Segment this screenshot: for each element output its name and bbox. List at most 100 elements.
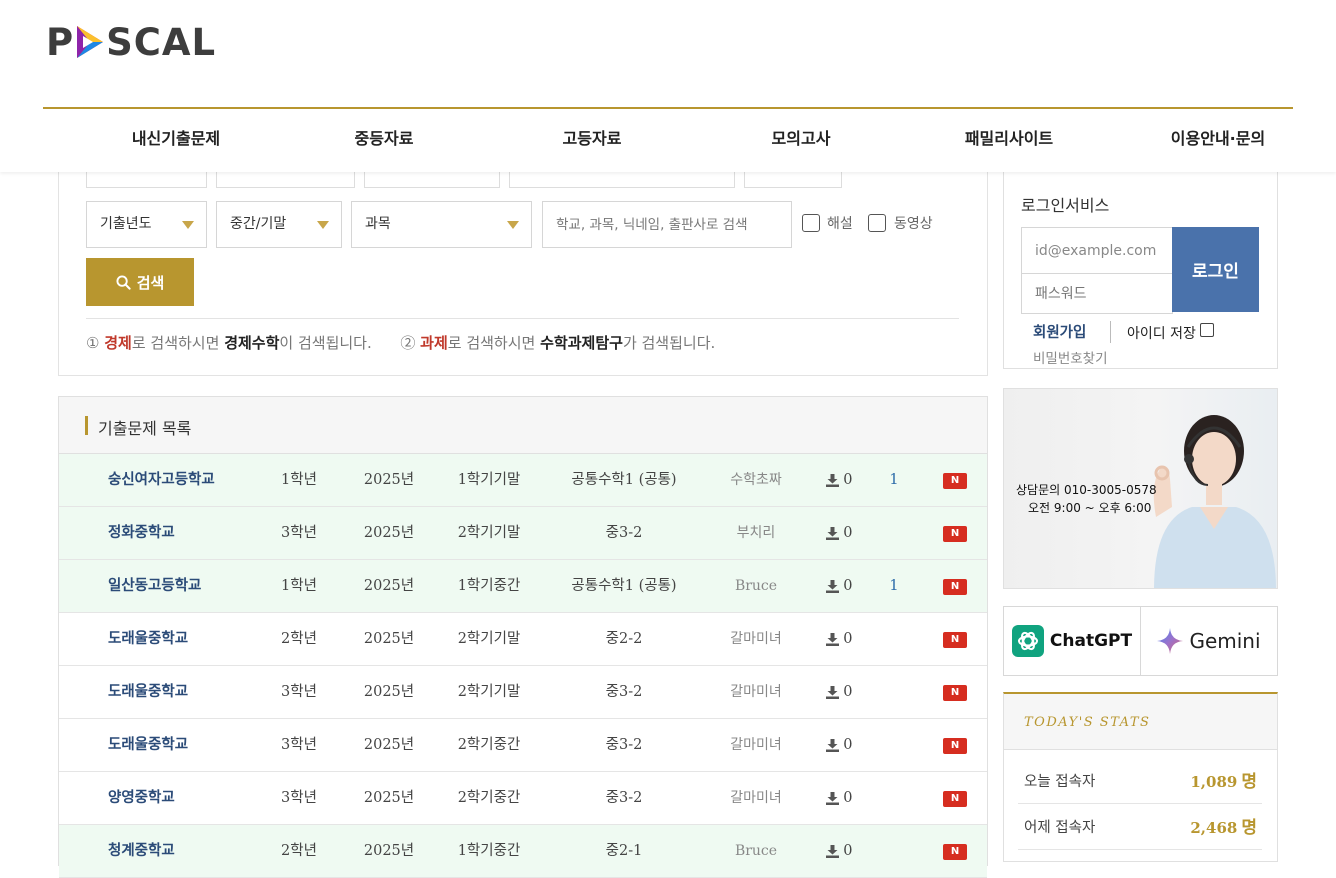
uploader: 갈마미녀 xyxy=(730,790,782,806)
download-number: 0 xyxy=(843,472,853,488)
download-icon xyxy=(825,526,839,540)
chatgpt-label: ChatGPT xyxy=(1049,631,1133,651)
nav-item-school-exams[interactable]: 내신기출문제 xyxy=(101,109,251,169)
search-input[interactable] xyxy=(542,201,792,248)
school-name[interactable]: 도래울중학교 xyxy=(108,719,188,771)
remember-id-checkbox[interactable] xyxy=(1200,323,1214,337)
site-header: P SCAL 내신기출문제 중등자료 고등자료 모의고사 패밀리사이트 이용안내… xyxy=(0,0,1336,172)
consultation-banner[interactable]: 상담문의 010-3005-0578 오전 9:00 ~ 오후 6:00 xyxy=(1003,388,1278,589)
hint-keyword: 과제 xyxy=(420,334,448,352)
school-name[interactable]: 숭신여자고등학교 xyxy=(108,454,215,506)
ai-links: ChatGPT Gemini xyxy=(1003,606,1278,676)
commentary-checkbox[interactable] xyxy=(802,214,820,232)
term-select[interactable]: 중간/기말 xyxy=(216,201,342,248)
hint-text: 가 검색됩니다. xyxy=(622,334,716,352)
password-input[interactable] xyxy=(1021,273,1173,314)
uploader: 부치리 xyxy=(736,525,776,541)
find-password-link[interactable]: 비밀번호찾기 xyxy=(1033,347,1108,367)
id-input[interactable] xyxy=(1021,227,1173,274)
download-number: 0 xyxy=(843,578,853,594)
banner-phone: 상담문의 010-3005-0578 xyxy=(1016,483,1157,497)
site-logo[interactable]: P SCAL xyxy=(46,20,216,64)
search-button[interactable]: 검색 xyxy=(86,258,194,306)
download-count: 0 xyxy=(819,772,859,824)
download-count: 0 xyxy=(819,507,859,559)
school-name[interactable]: 양영중학교 xyxy=(108,772,175,824)
search-hint: ① 경제로 검색하시면 경제수학이 검색됩니다. ② 과제로 검색하시면 수학과… xyxy=(86,332,715,353)
subject: 중2-2 xyxy=(605,631,643,647)
uploader: Bruce xyxy=(734,843,778,859)
banner-hours: 오전 9:00 ~ 오후 6:00 xyxy=(1028,501,1152,515)
stat-row-today: 오늘 접속자 1,089 명 xyxy=(1004,757,1277,803)
comment-count: 1 xyxy=(889,472,899,488)
gemini-link[interactable]: Gemini xyxy=(1141,607,1277,675)
school-name[interactable]: 청계중학교 xyxy=(108,825,175,877)
stat-label: 어제 접속자 xyxy=(1024,820,1096,836)
table-row[interactable]: 도래울중학교 3학년 2025년 2학기기말 중3-2 갈마미녀 0 N xyxy=(59,666,987,719)
table-row[interactable]: 청계중학교 2학년 2025년 1학기중간 중2-1 Bruce 0 N xyxy=(59,825,987,878)
nav-item-mock-exam[interactable]: 모의고사 xyxy=(726,109,876,169)
hint-text: 로 검색하시면 xyxy=(131,334,220,352)
download-icon xyxy=(825,685,839,699)
search-panel: 기출년도 중간/기말 과목 해설 동영상 검색 ① 경제로 검색하시면 경제수학… xyxy=(58,150,988,376)
subject-select-value: 과목 xyxy=(365,216,391,232)
table-row[interactable]: 숭신여자고등학교 1학년 2025년 1학기기말 공통수학1 (공통) 수학초짜 1 0 N xyxy=(59,454,987,507)
uploader: 갈마미녀 xyxy=(730,737,782,753)
nav-item-middle[interactable]: 중등자료 xyxy=(309,109,459,169)
download-count: 0 xyxy=(819,825,859,877)
video-checkbox[interactable] xyxy=(868,214,886,232)
year: 2025년 xyxy=(363,525,415,541)
chatgpt-link[interactable]: ChatGPT xyxy=(1004,607,1140,675)
comment-count xyxy=(879,613,909,665)
table-row[interactable]: 일산동고등학교 1학년 2025년 1학기중간 공통수학1 (공통) Bruce 1 0 N xyxy=(59,560,987,613)
new-badge: N xyxy=(943,844,967,860)
commentary-checkbox-label: 해설 xyxy=(827,216,853,232)
new-badge: N xyxy=(943,791,967,807)
download-count: 0 xyxy=(819,613,859,665)
hint-result: 경제수학 xyxy=(224,334,280,352)
table-row[interactable]: 양영중학교 3학년 2025년 2학기중간 중3-2 갈마미녀 0 N xyxy=(59,772,987,825)
term: 1학기기말 xyxy=(457,472,521,488)
nav-item-help[interactable]: 이용안내·문의 xyxy=(1143,109,1293,169)
school-name[interactable]: 도래울중학교 xyxy=(108,666,188,718)
login-button[interactable]: 로그인 xyxy=(1172,227,1259,312)
school-name[interactable]: 도래울중학교 xyxy=(108,613,188,665)
year: 2025년 xyxy=(363,578,415,594)
new-badge: N xyxy=(943,685,967,701)
year-select[interactable]: 기출년도 xyxy=(86,201,207,248)
term: 1학기중간 xyxy=(457,578,521,594)
logo-text-prefix: P xyxy=(46,20,75,64)
grade: 1학년 xyxy=(281,578,317,594)
signup-link[interactable]: 회원가입 xyxy=(1033,321,1086,342)
nav-item-high[interactable]: 고등자료 xyxy=(517,109,667,169)
school-name[interactable]: 정화중학교 xyxy=(108,507,175,559)
subject-select[interactable]: 과목 xyxy=(351,201,532,248)
chatgpt-icon xyxy=(1011,625,1044,657)
new-badge: N xyxy=(943,526,967,542)
hint-text: 로 검색하시면 xyxy=(447,334,536,352)
subject: 중3-2 xyxy=(605,684,643,700)
subject: 공통수학1 (공통) xyxy=(571,472,677,488)
download-number: 0 xyxy=(843,843,853,859)
download-icon xyxy=(825,579,839,593)
login-title: 로그인서비스 xyxy=(1021,196,1110,215)
download-icon xyxy=(825,791,839,805)
table-row[interactable]: 정화중학교 3학년 2025년 2학기기말 중3-2 부치리 0 N xyxy=(59,507,987,560)
school-name[interactable]: 일산동고등학교 xyxy=(108,560,201,612)
term: 2학기기말 xyxy=(457,631,521,647)
grade: 3학년 xyxy=(281,790,317,806)
grade: 2학년 xyxy=(281,631,317,647)
table-row[interactable]: 도래울중학교 2학년 2025년 2학기기말 중2-2 갈마미녀 0 N xyxy=(59,613,987,666)
subject: 중2-1 xyxy=(605,843,643,859)
new-badge: N xyxy=(943,579,967,595)
grade: 3학년 xyxy=(281,684,317,700)
comment-count xyxy=(879,666,909,718)
download-icon xyxy=(825,473,839,487)
download-count: 0 xyxy=(819,666,859,718)
table-row[interactable]: 도래울중학교 3학년 2025년 2학기중간 중3-2 갈마미녀 0 N xyxy=(59,719,987,772)
nav-item-family-sites[interactable]: 패밀리사이트 xyxy=(934,109,1084,169)
new-badge: N xyxy=(943,632,967,648)
year: 2025년 xyxy=(363,737,415,753)
comment-count xyxy=(879,719,909,771)
term: 2학기중간 xyxy=(457,737,521,753)
